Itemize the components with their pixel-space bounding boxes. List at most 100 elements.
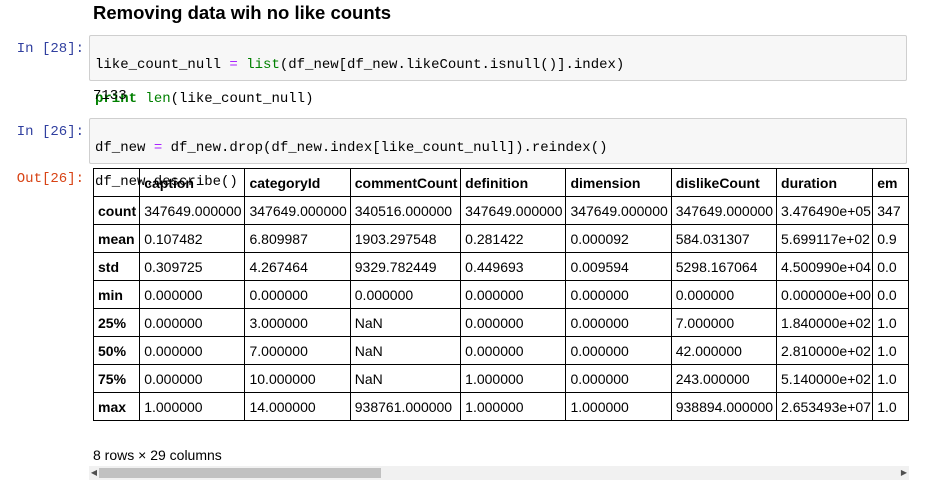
table-cell: 9329.782449 (349, 252, 462, 281)
table-cell: 0.000000 (460, 308, 567, 337)
table-cell: NaN (349, 364, 462, 393)
table-cell: 347649.000000 (565, 196, 672, 225)
row-label: 25% (93, 308, 141, 337)
scroll-right-icon[interactable]: ▶ (899, 466, 909, 480)
table-cell: 1.0 (872, 336, 909, 365)
table-cell: 0.000000e+00 (776, 280, 874, 309)
table-cell: 0.000092 (565, 224, 672, 253)
table-cell: 938761.000000 (349, 392, 462, 421)
column-header: caption (139, 168, 246, 197)
column-header: dislikeCount (670, 168, 778, 197)
scrollbar-thumb[interactable] (99, 468, 381, 478)
table-cell: 243.000000 (670, 364, 778, 393)
code-line: like_count_null = list(df_new[df_new.lik… (95, 57, 906, 74)
table-cell: 1.000000 (139, 392, 246, 421)
column-header: categoryId (244, 168, 351, 197)
table-cell: 0.9 (872, 224, 909, 253)
table-cell: 0.000000 (565, 364, 672, 393)
dataframe-output: caption categoryId commentCount definition d… (93, 168, 909, 432)
cell-prompt: In [28]: (16, 41, 84, 57)
table-cell: 0.000000 (565, 308, 672, 337)
code-text: like_count_null = list(df_new[df_new.lik… (95, 57, 625, 73)
table-cell: 1.0 (872, 364, 909, 393)
row-label: min (93, 280, 141, 309)
code-text: print len(like_count_null) (95, 91, 314, 107)
column-header: dimension (565, 168, 672, 197)
table-cell: 3.000000 (244, 308, 351, 337)
table-cell: 4.500990e+04 (776, 252, 874, 281)
table-cell: 42.000000 (670, 336, 778, 365)
table-cell: 2.653493e+07 (776, 392, 874, 421)
table-cell: 0.000000 (460, 336, 567, 365)
table-cell: 1.000000 (460, 364, 567, 393)
describe-table: caption categoryId commentCount definition d… (93, 168, 909, 421)
table-cell: 14.000000 (244, 392, 351, 421)
table-cell: 6.809987 (244, 224, 351, 253)
table-cell: 0.107482 (139, 224, 246, 253)
table-row: 50% 0.000000 7.000000 NaN 0.000000 0.000000 42… (93, 336, 909, 365)
row-label: 75% (93, 364, 141, 393)
column-header: commentCount (349, 168, 462, 197)
table-cell: 1.000000 (460, 392, 567, 421)
code-line: df_new = df_new.drop(df_new.index[like_c… (95, 140, 906, 157)
code-cell-input[interactable]: like_count_null = list(df_new[df_new.lik… (89, 35, 907, 107)
table-cell: 5.140000e+02 (776, 364, 874, 393)
horizontal-scrollbar[interactable]: ◀ ▶ (89, 466, 909, 480)
table-cell: 340516.000000 (349, 196, 462, 225)
table-cell: NaN (349, 336, 462, 365)
table-cell: 1.0 (872, 392, 909, 421)
dataframe-shape: 8 rows × 29 columns (93, 447, 222, 463)
table-cell: 0.449693 (460, 252, 567, 281)
table-cell: 1.000000 (565, 392, 672, 421)
table-cell: 5.699117e+02 (776, 224, 874, 253)
table-cell: 10.000000 (244, 364, 351, 393)
table-cell: 7.000000 (244, 336, 351, 365)
table-cell: 938894.000000 (670, 392, 778, 421)
table-row: max 1.000000 14.000000 938761.000000 1.00000… (93, 392, 909, 421)
table-cell: 0.0 (872, 252, 909, 281)
column-header: em (872, 168, 909, 197)
code-cell-input[interactable]: df_new = df_new.drop(df_new.index[like_c… (89, 118, 907, 190)
table-cell: 347649.000000 (244, 196, 351, 225)
table-cell: 0.000000 (139, 336, 246, 365)
cell-prompt: In [26]: (16, 124, 84, 140)
scroll-left-icon[interactable]: ◀ (89, 466, 99, 480)
table-cell: 347 (872, 196, 909, 225)
table-cell: 584.031307 (670, 224, 778, 253)
table-cell: 0.0 (872, 280, 909, 309)
row-label: 50% (93, 336, 141, 365)
table-cell: 3.476490e+05 (776, 196, 874, 225)
code-text: df_new = df_new.drop(df_new.index[like_c… (95, 140, 608, 156)
table-cell: 1903.297548 (349, 224, 462, 253)
table-cell: 0.000000 (244, 280, 351, 309)
markdown-heading: Removing data wih no like counts (93, 2, 392, 23)
output-prompt: Out[26]: (16, 171, 84, 187)
table-cell: 1.0 (872, 308, 909, 337)
table-cell: 0.000000 (565, 336, 672, 365)
row-label: std (93, 252, 141, 281)
table-cell: 7.000000 (670, 308, 778, 337)
table-cell: 1.840000e+02 (776, 308, 874, 337)
table-cell: 347649.000000 (460, 196, 567, 225)
table-row: min 0.000000 0.000000 0.000000 0.000000 0.000… (93, 280, 909, 309)
table-cell: 0.009594 (565, 252, 672, 281)
table-cell: 2.810000e+02 (776, 336, 874, 365)
row-label: mean (93, 224, 141, 253)
table-cell: 0.000000 (139, 308, 246, 337)
table-cell: 347649.000000 (670, 196, 778, 225)
cell-output: 7133 (93, 88, 127, 104)
code-line: print len(like_count_null) (95, 91, 906, 108)
table-cell: 0.000000 (349, 280, 462, 309)
table-cell: 0.000000 (460, 280, 567, 309)
row-label: max (93, 392, 141, 421)
table-row: std 0.309725 4.267464 9329.782449 0.449693 0.… (93, 252, 909, 281)
table-cell: 0.000000 (670, 280, 778, 309)
table-cell: 0.000000 (565, 280, 672, 309)
column-header: definition (460, 168, 567, 197)
row-label: count (93, 196, 141, 225)
table-row: 75% 0.000000 10.000000 NaN 1.000000 0.000000 2… (93, 364, 909, 393)
table-cell: 0.000000 (139, 364, 246, 393)
table-cell: 0.281422 (460, 224, 567, 253)
table-row: mean 0.107482 6.809987 1903.297548 0.281422 0… (93, 224, 909, 253)
table-header-row: caption categoryId commentCount definition d… (93, 168, 909, 197)
